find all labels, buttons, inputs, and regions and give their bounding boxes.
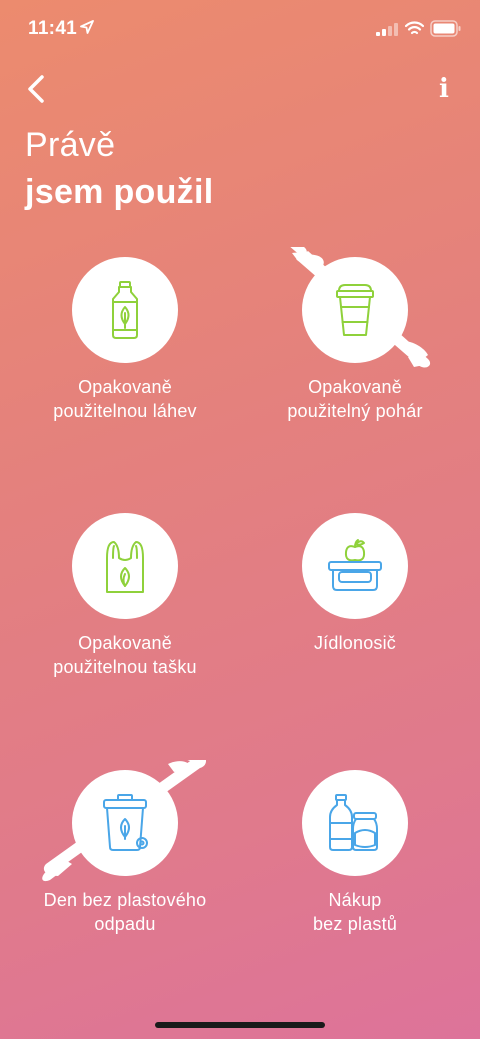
bin-icon [103, 794, 148, 851]
option-label: Den bez plastového odpadu [43, 890, 207, 934]
status-time: 11:41 [28, 18, 78, 39]
option-icon-circle [302, 257, 408, 363]
option-icon-circle [302, 770, 408, 876]
option-label: Opakovaně použitelnou láhev [53, 377, 197, 421]
location-arrow-icon [80, 20, 94, 34]
option-plastic-free-day[interactable]: Den bez plastového odpadu [10, 760, 240, 970]
jars-icon [329, 794, 378, 851]
option-reusable-cup[interactable]: Opakovaně použitelný pohár [240, 247, 470, 457]
option-label: Nákup bez plastů [312, 890, 398, 934]
option-lunchbox[interactable]: Jídlonosič [240, 513, 470, 713]
cellular-signal-icon [376, 23, 398, 36]
back-button[interactable] [22, 70, 56, 108]
cup-icon [336, 284, 374, 336]
status-bar: 11:41 [0, 0, 480, 60]
option-icon-circle [72, 513, 178, 619]
page-title-line2: jsem použil [25, 173, 214, 211]
option-reusable-bottle[interactable]: Opakovaně použitelnou láhev [10, 257, 240, 457]
battery-icon [430, 20, 461, 37]
home-indicator[interactable] [155, 1022, 325, 1028]
info-button[interactable]: i [430, 72, 458, 106]
option-icon-circle [72, 770, 178, 876]
lunchbox-icon [328, 539, 382, 591]
page-title-line1: Právě [25, 126, 116, 164]
option-label: Jídlonosič [313, 633, 397, 653]
option-icon-circle [302, 513, 408, 619]
option-label: Opakovaně použitelnou tašku [53, 633, 197, 677]
bottle-icon [112, 281, 138, 339]
option-reusable-bag[interactable]: Opakovaně použitelnou tašku [10, 513, 240, 713]
bag-icon [106, 541, 144, 593]
chevron-left-icon [28, 75, 44, 103]
option-plastic-free-shopping[interactable]: Nákup bez plastů [240, 770, 470, 970]
wifi-icon [405, 21, 424, 35]
option-icon-circle [72, 257, 178, 363]
option-label: Opakovaně použitelný pohár [287, 377, 423, 421]
